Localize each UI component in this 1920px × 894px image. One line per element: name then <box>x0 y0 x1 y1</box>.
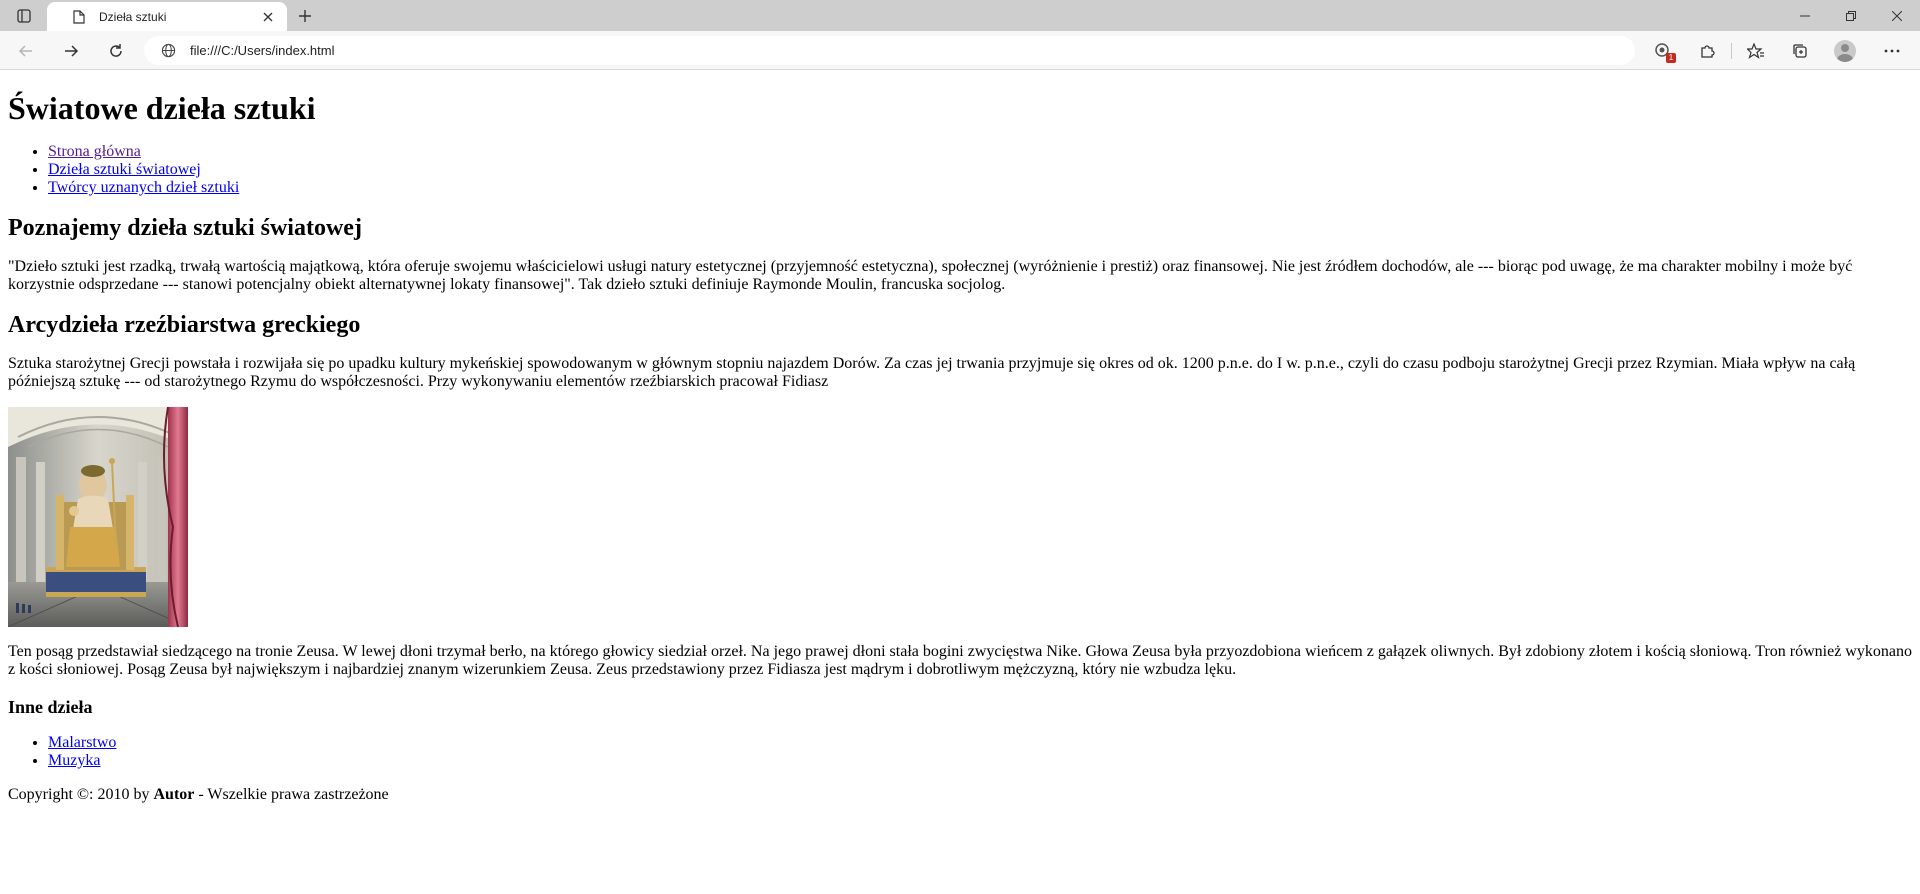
greek-sculpture-paragraph: Sztuka starożytnej Grecji powstała i roz… <box>8 355 1856 390</box>
forward-button[interactable] <box>58 38 84 64</box>
list-item: Muzyka <box>48 752 1912 770</box>
copyright-author: Autor <box>153 786 195 803</box>
profile-button[interactable] <box>1832 38 1858 64</box>
refresh-icon <box>110 44 122 57</box>
restore-icon <box>1846 10 1856 21</box>
copyright-suffix: - Wszelkie prawa zastrzeżone <box>194 786 389 803</box>
copyright-prefix: Copyright ©: 2010 by <box>8 786 154 803</box>
nav-item: Dzieła sztuki światowej <box>48 161 1912 179</box>
tab-actions-button[interactable] <box>10 6 38 26</box>
section-heading-world-art: Poznajemy dzieła sztuki światowej <box>8 215 362 241</box>
arrow-right-icon <box>65 45 79 57</box>
globe-icon <box>160 43 176 59</box>
world-art-paragraph: "Dzieło sztuki jest rzadką, trwałą warto… <box>8 258 1853 293</box>
collections-icon <box>1793 44 1807 58</box>
address-bar[interactable] <box>144 36 1635 65</box>
tab-actions-icon <box>17 9 31 23</box>
extensions-button[interactable] <box>1694 38 1720 64</box>
active-tab[interactable]: Dzieła sztuki <box>47 2 287 31</box>
zeus-statue-caption: Ten posąg przedstawiał siedzącego na tro… <box>8 643 1912 678</box>
footer-copyright: Copyright ©: 2010 by Autor - Wszelkie pr… <box>8 786 1912 804</box>
new-tab-button[interactable] <box>294 5 316 27</box>
close-icon <box>1892 10 1902 21</box>
more-icon <box>1884 49 1900 53</box>
settings-menu-button[interactable] <box>1879 38 1905 64</box>
refresh-button[interactable] <box>103 38 129 64</box>
minimize-icon <box>1800 15 1810 16</box>
tab-strip: Dzieła sztuki <box>0 0 1920 31</box>
window-controls <box>1782 0 1920 31</box>
minimize-button[interactable] <box>1782 0 1828 31</box>
avatar <box>1834 40 1856 62</box>
browser-toolbar: 1 <box>0 31 1920 70</box>
extension-badge: 1 <box>1666 53 1676 63</box>
section-heading-greek-sculpture: Arcydzieła rzeźbiarstwa greckiego <box>8 312 361 338</box>
close-tab-button[interactable] <box>259 8 277 26</box>
arrow-left-icon <box>18 45 32 57</box>
section-heading-other-works: Inne dzieła <box>8 697 93 717</box>
favorites-icon <box>1747 43 1764 59</box>
nav-item: Twórcy uznanych dzieł sztuki <box>48 179 1912 197</box>
plus-icon <box>299 10 311 22</box>
link-painting[interactable]: Malarstwo <box>48 734 116 751</box>
favorites-button[interactable] <box>1743 38 1769 64</box>
puzzle-icon <box>1701 45 1715 58</box>
page-content: Światowe dzieła sztuki Strona główna Dzi… <box>0 90 1920 804</box>
restore-button[interactable] <box>1828 0 1874 31</box>
extension-button[interactable]: 1 <box>1650 38 1676 64</box>
tab-title: Dzieła sztuki <box>99 9 167 24</box>
other-works-list: Malarstwo Muzyka <box>8 734 1912 770</box>
close-icon <box>263 12 273 21</box>
link-music[interactable]: Muzyka <box>48 752 100 769</box>
nav-item: Strona główna <box>48 143 1912 161</box>
nav-link-home[interactable]: Strona główna <box>48 143 141 160</box>
page-title: Światowe dzieła sztuki <box>8 90 316 126</box>
toolbar-divider <box>1731 43 1732 59</box>
collections-button[interactable] <box>1787 38 1813 64</box>
nav-link-creators[interactable]: Twórcy uznanych dzieł sztuki <box>48 179 239 196</box>
back-button[interactable] <box>13 38 39 64</box>
document-icon <box>71 9 87 25</box>
list-item: Malarstwo <box>48 734 1912 752</box>
address-input[interactable] <box>190 43 1590 58</box>
zeus-statue-image <box>7 406 189 628</box>
close-window-button[interactable] <box>1874 0 1920 31</box>
main-nav: Strona główna Dzieła sztuki światowej Tw… <box>8 143 1912 197</box>
nav-link-world-art[interactable]: Dzieła sztuki światowej <box>48 161 201 178</box>
